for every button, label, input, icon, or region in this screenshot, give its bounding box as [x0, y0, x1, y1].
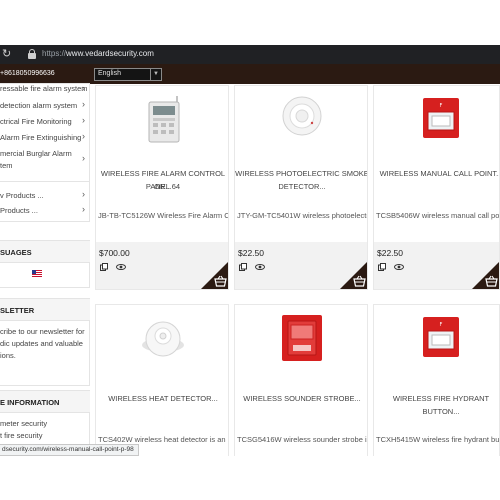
page-top-margin	[0, 0, 500, 45]
chevron-right-icon: ›	[82, 131, 85, 141]
product-card[interactable]: WIRELESS PHOTOELECTRIC SMOKE DETECTOR...…	[234, 85, 368, 290]
basket-icon	[485, 275, 498, 287]
sidebar-item-commercial-burglar-alarm[interactable]: mercial Burglar Alarm tem ›	[0, 145, 90, 175]
link-status-bar: dsecurity.com/wireless-manual-call-point…	[0, 444, 139, 456]
address-bar[interactable]: https://www.vedardsecurity.com	[42, 49, 154, 58]
language-select-value: English	[98, 70, 121, 77]
sidebar-item-label: ctrical Fire Monitoring	[0, 117, 72, 126]
chevron-right-icon: ›	[82, 84, 85, 93]
url-scheme: https://	[42, 49, 67, 58]
product-price: $22.50	[377, 248, 403, 258]
phone-number: +8618050996636	[0, 70, 55, 77]
sidebar-item-addressable-fire-alarm[interactable]: ressable fire alarm system ›	[0, 84, 90, 97]
us-flag-icon[interactable]	[32, 270, 42, 277]
chevron-right-icon: ›	[82, 189, 85, 199]
product-description: TCXH5415W wireless fire hydrant button .…	[376, 435, 500, 444]
svg-text:F: F	[440, 322, 443, 328]
compare-icon[interactable]	[239, 263, 247, 271]
sidebar-item-label: mercial Burglar Alarm	[0, 149, 72, 158]
chevron-down-icon: ▼	[150, 69, 161, 80]
compare-icon[interactable]	[378, 263, 386, 271]
sidebar-item-label: Products ...	[0, 206, 38, 215]
quick-view-eye-icon[interactable]	[394, 264, 404, 270]
site-info-panel: E INFORMATION meter security t fire secu…	[0, 390, 90, 452]
sidebar-item-label: ressable fire alarm system	[0, 84, 88, 93]
product-name[interactable]: WIRELESS FIRE HYDRANT BUTTON...	[374, 392, 499, 418]
product-price-area: $700.00	[96, 242, 228, 289]
product-description: TCS402W wireless heat detector is an in.…	[98, 435, 228, 444]
product-name[interactable]: WIRELESS PHOTOELECTRIC SMOKE	[235, 167, 367, 180]
product-name[interactable]: OR...	[96, 180, 228, 193]
reload-icon[interactable]: ↻	[2, 48, 14, 60]
svg-text:F: F	[440, 103, 443, 109]
site-info-heading: E INFORMATION	[0, 391, 90, 413]
sidebar-item-label: tem	[0, 161, 13, 170]
manual-call-point-image[interactable]: F	[411, 90, 471, 150]
product-card[interactable]: WIRELESS FIRE ALARM CONTROL PANEL 64 OR.…	[95, 85, 229, 290]
quick-view-eye-icon[interactable]	[116, 264, 126, 270]
compare-icon[interactable]	[100, 263, 108, 271]
info-link[interactable]: t fire security	[0, 430, 43, 442]
newsletter-text: dic updates and valuable	[0, 339, 83, 348]
product-name[interactable]: WIRELESS SOUNDER STROBE...	[235, 392, 367, 405]
sounder-strobe-image[interactable]	[272, 309, 332, 369]
chevron-right-icon: ›	[82, 115, 85, 125]
sidebar-item-label: detection alarm system	[0, 101, 78, 110]
product-price-area: $22.50	[235, 242, 367, 289]
product-name[interactable]: WIRELESS HEAT DETECTOR...	[96, 392, 228, 405]
product-description: TCSG5416W wireless sounder strobe is su.…	[237, 435, 367, 444]
sidebar: ressable fire alarm system › detection a…	[0, 83, 90, 464]
product-description: JB-TB-TC5126W Wireless Fire Alarm Contr.…	[98, 211, 228, 220]
quick-view-eye-icon[interactable]	[255, 264, 265, 270]
url-host: www.vedardsecurity.com	[66, 49, 154, 58]
sidebar-item-alarm-fire-extinguishing[interactable]: Alarm Fire Extinguishing ›	[0, 129, 90, 145]
chevron-right-icon: ›	[82, 153, 85, 163]
smoke-detector-image[interactable]	[272, 90, 332, 150]
sidebar-item-electrical-fire-monitoring[interactable]: ctrical Fire Monitoring ›	[0, 113, 90, 129]
info-link[interactable]: meter security	[0, 418, 47, 430]
languages-heading: SUAGES	[0, 241, 90, 263]
sidebar-item-label: v Products ...	[0, 191, 44, 200]
product-card[interactable]: F WIRELESS MANUAL CALL POINT... TCSB5406…	[373, 85, 500, 290]
fire-hydrant-button-image[interactable]: F	[411, 309, 471, 369]
sidebar-item-fire-detection-alarm[interactable]: detection alarm system ›	[0, 97, 90, 113]
sidebar-item-new-products[interactable]: v Products ... ›	[0, 189, 90, 203]
product-description: JTY-GM-TC5401W wireless photoelectric s.…	[237, 211, 367, 220]
languages-panel: SUAGES	[0, 240, 90, 288]
site-header: +8618050996636 English ▼	[0, 64, 500, 84]
basket-icon	[214, 275, 227, 287]
product-description: TCSB5406W wireless manual call point is.…	[376, 211, 500, 220]
product-name[interactable]: DETECTOR...	[235, 180, 367, 193]
sidebar-item-products[interactable]: Products ... ›	[0, 204, 90, 218]
newsletter-text: ions.	[0, 351, 16, 360]
divider	[0, 181, 90, 182]
product-price: $22.50	[238, 248, 264, 258]
newsletter-heading: SLETTER	[0, 299, 90, 321]
category-panel: ressable fire alarm system › detection a…	[0, 83, 90, 222]
product-price-area: $22.50	[374, 242, 499, 289]
sidebar-item-label: Alarm Fire Extinguishing	[0, 133, 82, 142]
chevron-right-icon: ›	[82, 204, 85, 214]
lock-icon[interactable]	[28, 49, 36, 59]
chevron-right-icon: ›	[82, 99, 85, 109]
page-bottom-margin	[0, 456, 500, 500]
control-panel-image[interactable]	[133, 90, 193, 150]
newsletter-text: cribe to our newsletter for	[0, 327, 85, 336]
newsletter-panel: SLETTER cribe to our newsletter for dic …	[0, 298, 90, 386]
language-select[interactable]: English ▼	[94, 68, 162, 81]
heat-detector-image[interactable]	[133, 309, 193, 369]
browser-toolbar: ↻ https://www.vedardsecurity.com	[0, 45, 500, 64]
product-price: $700.00	[99, 248, 130, 258]
product-name[interactable]: WIRELESS MANUAL CALL POINT...	[374, 167, 499, 180]
basket-icon	[353, 275, 366, 287]
